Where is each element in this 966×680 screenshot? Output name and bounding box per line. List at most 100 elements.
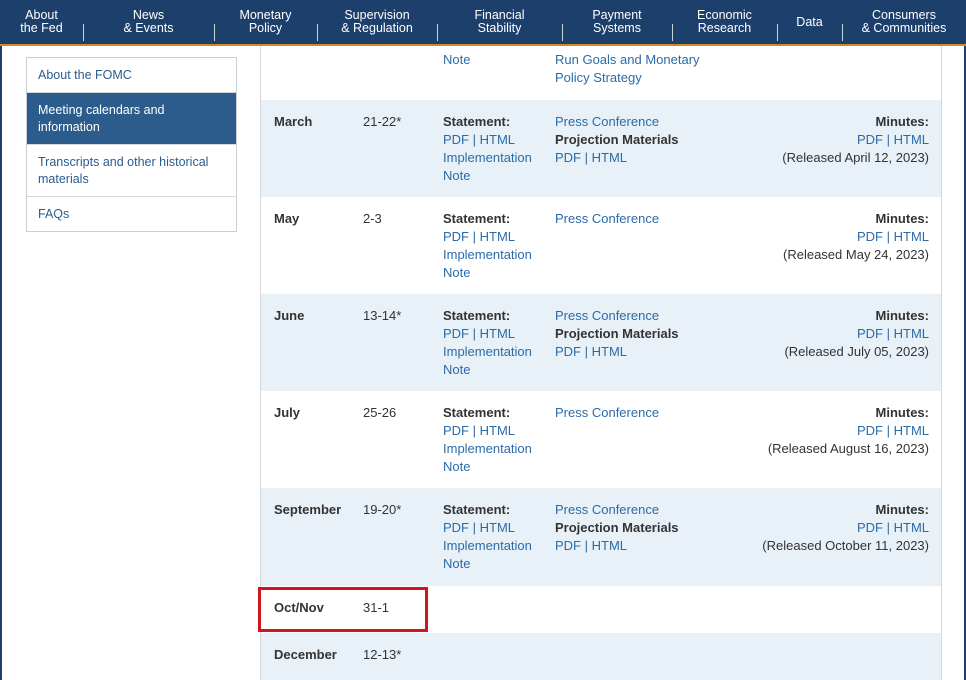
minutes-html-link[interactable]: HTML <box>894 423 929 438</box>
projection-pdf-link[interactable]: PDF <box>555 150 581 165</box>
implementation-text: Implementation <box>443 441 532 456</box>
minutes-cell: Minutes: PDF | HTML (Released May 24, 20… <box>669 210 929 264</box>
projection-html-link[interactable]: HTML <box>592 344 627 359</box>
top-navigation: About the Fed News & Events Monetary Pol… <box>0 0 966 46</box>
nav-data[interactable]: Data <box>777 0 842 44</box>
statement-label: Statement: <box>443 308 511 323</box>
minutes-pdf-link[interactable]: PDF <box>857 423 883 438</box>
statement-pdf-link[interactable]: PDF <box>443 326 469 341</box>
implementation-note-link-partial[interactable]: Note <box>443 51 543 69</box>
table-row-june: June 13-14* Statement: PDF | HTML Implem… <box>261 294 941 392</box>
link-separator: | <box>886 423 890 438</box>
statement-html-link[interactable]: HTML <box>480 132 515 147</box>
statement-pdf-link[interactable]: PDF <box>443 520 469 535</box>
minutes-pdf-link[interactable]: PDF <box>857 326 883 341</box>
implementation-note-link[interactable]: Implementation Note <box>443 149 543 185</box>
minutes-html-link[interactable]: HTML <box>894 520 929 535</box>
nav-about-the-fed[interactable]: About the Fed <box>0 0 83 44</box>
sidebar-item-meeting-calendars[interactable]: Meeting calendars and information <box>27 92 236 144</box>
nav-consumers-communities[interactable]: Consumers & Communities <box>842 0 966 44</box>
implementation-note-link[interactable]: Implementation Note <box>443 440 543 476</box>
nav-monetary-policy[interactable]: Monetary Policy <box>214 0 317 44</box>
statement-pdf-link[interactable]: PDF <box>443 423 469 438</box>
meeting-dates: 21-22* <box>363 114 402 129</box>
link-separator: | <box>472 423 477 438</box>
link-separator: | <box>584 344 589 359</box>
minutes-html-link[interactable]: HTML <box>894 326 929 341</box>
meeting-dates: 13-14* <box>363 308 402 323</box>
table-row-december: December 12-13* <box>261 633 941 680</box>
statement-html-link[interactable]: HTML <box>480 520 515 535</box>
statement-html-link[interactable]: HTML <box>480 229 515 244</box>
longer-run-goals-line-1[interactable]: Run Goals and Monetary <box>555 51 775 69</box>
highlight-box-oct-nov <box>258 587 428 632</box>
link-separator: | <box>886 132 890 147</box>
meeting-month: June <box>274 308 305 323</box>
meeting-month: July <box>274 405 301 420</box>
meeting-dates: 12-13* <box>363 647 402 662</box>
note-text: Note <box>443 556 471 571</box>
meeting-dates: 19-20* <box>363 502 402 517</box>
note-text: Note <box>443 459 471 474</box>
projection-pdf-link[interactable]: PDF <box>555 538 581 553</box>
projection-pdf-link[interactable]: PDF <box>555 344 581 359</box>
link-separator: | <box>472 132 477 147</box>
projection-html-link[interactable]: HTML <box>592 150 627 165</box>
sidebar-item-about-fomc[interactable]: About the FOMC <box>27 58 236 92</box>
meeting-month: December <box>274 647 337 662</box>
nav-supervision-regulation[interactable]: Supervision & Regulation <box>317 0 437 44</box>
minutes-release-date: (Released July 05, 2023) <box>784 344 929 359</box>
statement-pdf-link[interactable]: PDF <box>443 132 469 147</box>
sidebar-item-transcripts[interactable]: Transcripts and other historical materia… <box>27 144 236 196</box>
implementation-text: Implementation <box>443 150 532 165</box>
minutes-pdf-link[interactable]: PDF <box>857 132 883 147</box>
link-separator: | <box>886 326 890 341</box>
implementation-note-link[interactable]: Implementation Note <box>443 537 543 573</box>
minutes-html-link[interactable]: HTML <box>894 229 929 244</box>
minutes-label: Minutes: <box>875 502 929 517</box>
link-separator: | <box>584 150 589 165</box>
note-text: Note <box>443 168 471 183</box>
minutes-pdf-link[interactable]: PDF <box>857 520 883 535</box>
note-link[interactable]: Note <box>443 52 470 67</box>
minutes-label: Minutes: <box>875 308 929 323</box>
statement-cell: Statement: PDF | HTML Implementation Note <box>443 501 543 573</box>
meeting-month: May <box>274 211 300 226</box>
implementation-text: Implementation <box>443 538 532 553</box>
nav-economic-research[interactable]: Economic Research <box>672 0 777 44</box>
minutes-pdf-link[interactable]: PDF <box>857 229 883 244</box>
statement-pdf-link[interactable]: PDF <box>443 229 469 244</box>
minutes-release-date: (Released May 24, 2023) <box>783 247 929 262</box>
meeting-dates: 25-26 <box>363 405 397 420</box>
minutes-label: Minutes: <box>875 405 929 420</box>
table-row-may: May 2-3 Statement: PDF | HTML Implementa… <box>261 197 941 295</box>
longer-run-goals-line-2[interactable]: Policy Strategy <box>555 69 775 87</box>
meeting-dates: 2-3 <box>363 211 382 226</box>
link-separator: | <box>886 229 890 244</box>
statement-html-link[interactable]: HTML <box>480 326 515 341</box>
minutes-release-date: (Released October 11, 2023) <box>762 538 929 553</box>
link-separator: | <box>472 520 477 535</box>
minutes-cell: Minutes: PDF | HTML (Released July 05, 2… <box>669 307 929 361</box>
longer-run-goals-link[interactable]: Run Goals and Monetary Policy Strategy <box>555 51 775 87</box>
implementation-note-link[interactable]: Implementation Note <box>443 246 543 282</box>
implementation-note-link[interactable]: Implementation Note <box>443 343 543 379</box>
minutes-cell: Minutes: PDF | HTML (Released August 16,… <box>669 404 929 458</box>
nav-payment-systems[interactable]: Payment Systems <box>562 0 672 44</box>
minutes-label: Minutes: <box>875 211 929 226</box>
minutes-release-date: (Released August 16, 2023) <box>767 441 929 456</box>
projection-html-link[interactable]: HTML <box>592 538 627 553</box>
minutes-label: Minutes: <box>875 114 929 129</box>
statement-cell: Statement: PDF | HTML Implementation Note <box>443 113 543 185</box>
nav-financial-stability[interactable]: Financial Stability <box>437 0 562 44</box>
page-frame-left <box>0 46 2 680</box>
statement-cell: Statement: PDF | HTML Implementation Note <box>443 307 543 379</box>
minutes-html-link[interactable]: HTML <box>894 132 929 147</box>
nav-news-events[interactable]: News & Events <box>83 0 214 44</box>
meeting-calendar-table: Note Run Goals and Monetary Policy Strat… <box>260 46 942 680</box>
statement-cell: Statement: PDF | HTML Implementation Note <box>443 210 543 282</box>
sidebar-item-faqs[interactable]: FAQs <box>27 196 236 231</box>
table-row-july: July 25-26 Statement: PDF | HTML Impleme… <box>261 391 941 489</box>
link-separator: | <box>584 538 589 553</box>
statement-html-link[interactable]: HTML <box>480 423 515 438</box>
